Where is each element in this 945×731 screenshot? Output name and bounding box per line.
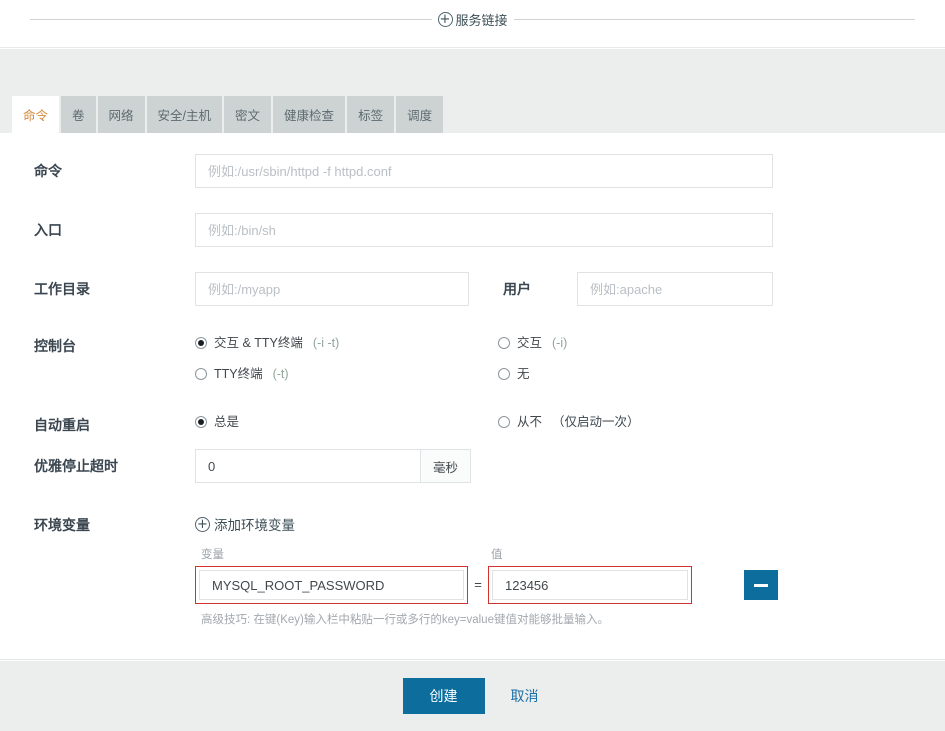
minus-icon: [754, 583, 768, 587]
console-option-interactive-tty-flag: (-i -t): [312, 336, 340, 350]
env-value-caption: 值: [491, 549, 503, 561]
env-value-input[interactable]: [492, 570, 688, 600]
tab-volumes-label: 卷: [72, 109, 85, 123]
entrypoint-label: 入口: [34, 222, 62, 238]
restart-option-never[interactable]: 从不 （仅启动一次）: [498, 412, 640, 432]
tab-security-host-label: 安全/主机: [157, 109, 212, 123]
tab-security-host[interactable]: 安全/主机: [146, 96, 223, 133]
env-captions: 变量 值: [195, 548, 915, 564]
console-option-interactive-label: 交互: [517, 336, 543, 350]
restart-option-never-note: （仅启动一次）: [552, 415, 640, 429]
console-option-interactive-tty[interactable]: 交互 & TTY终端 (-i -t): [195, 333, 339, 353]
console-option-tty-label: TTY终端: [214, 367, 263, 381]
tab-secrets[interactable]: 密文: [224, 96, 272, 133]
stop-grace-input[interactable]: [195, 449, 421, 483]
workdir-label: 工作目录: [34, 281, 90, 297]
tab-strip: 命令 卷 网络 安全/主机 密文 健康检查 标签 调度: [12, 96, 445, 133]
tab-scheduling-label: 调度: [407, 109, 433, 123]
field-row-stop-grace: 优雅停止超时 毫秒: [0, 449, 945, 483]
tab-network[interactable]: 网络: [97, 96, 145, 133]
command-label: 命令: [34, 163, 62, 179]
console-options: 交互 & TTY终端 (-i -t) 交互 (-i) TTY终端 (-t) 无: [195, 329, 855, 391]
field-row-env: 环境变量 + 添加环境变量 变量 值 =: [0, 508, 945, 628]
tab-labels-label: 标签: [358, 109, 384, 123]
env-separator: =: [474, 577, 482, 592]
form-footer: 创建 取消: [0, 661, 945, 731]
console-label: 控制台: [34, 338, 76, 354]
console-option-none-label: 无: [517, 367, 530, 381]
console-option-tty-flag: (-t): [272, 367, 289, 381]
field-row-workdir-user: 工作目录 用户: [0, 272, 945, 306]
console-option-none[interactable]: 无: [498, 364, 530, 384]
radio-interactive-tty-icon: [195, 337, 207, 349]
stop-grace-input-group: 毫秒: [195, 449, 471, 483]
command-input[interactable]: [195, 154, 773, 188]
service-link-label: 服务链接: [455, 12, 508, 28]
env-key-highlight: [195, 566, 468, 604]
field-row-restart: 自动重启 总是 从不 （仅启动一次）: [0, 408, 945, 442]
restart-options: 总是 从不 （仅启动一次）: [195, 408, 855, 432]
circle-plus-icon: +: [437, 11, 453, 27]
tab-band: 命令 卷 网络 安全/主机 密文 健康检查 标签 调度: [0, 49, 945, 133]
service-link-divider: + 服务链接: [30, 8, 916, 30]
tab-scheduling[interactable]: 调度: [396, 96, 444, 133]
workdir-input[interactable]: [195, 272, 469, 306]
remove-env-var-button[interactable]: [744, 570, 778, 600]
field-row-entrypoint: 入口: [0, 213, 945, 247]
console-option-interactive-flag: (-i): [552, 336, 568, 350]
env-value-highlight: [488, 566, 692, 604]
tab-volumes[interactable]: 卷: [61, 96, 96, 133]
stop-grace-label: 优雅停止超时: [34, 458, 118, 474]
radio-never-icon: [498, 416, 510, 428]
user-label: 用户: [503, 281, 531, 297]
console-option-interactive[interactable]: 交互 (-i): [498, 333, 567, 353]
restart-option-never-label: 从不: [517, 415, 543, 429]
tab-command-label: 命令: [23, 109, 49, 123]
restart-option-always[interactable]: 总是: [195, 412, 239, 432]
tab-health-check[interactable]: 健康检查: [273, 96, 346, 133]
tab-health-check-label: 健康检查: [284, 109, 335, 123]
command-form: 命令 入口 工作目录 用户 控制台 交互 & TTY终端 (-i -t) 交互 …: [0, 133, 945, 660]
env-key-input[interactable]: [199, 570, 464, 600]
create-button[interactable]: 创建: [402, 678, 485, 714]
footer-actions: 创建 取消: [0, 678, 945, 714]
divider-line-left: [30, 18, 432, 20]
restart-option-always-label: 总是: [214, 415, 240, 429]
tab-labels[interactable]: 标签: [347, 96, 395, 133]
env-tip: 高级技巧: 在键(Key)输入栏中粘贴一行或多行的key=value键值对能够批…: [201, 614, 609, 626]
cancel-button[interactable]: 取消: [507, 678, 543, 714]
restart-label: 自动重启: [34, 417, 90, 433]
env-key-caption: 变量: [201, 549, 224, 561]
add-env-var-button[interactable]: + 添加环境变量: [195, 514, 295, 534]
entrypoint-input[interactable]: [195, 213, 773, 247]
add-env-var-label: 添加环境变量: [214, 518, 295, 533]
env-label: 环境变量: [34, 517, 90, 533]
add-service-link-button[interactable]: + 服务链接: [432, 10, 514, 29]
tab-network-label: 网络: [108, 109, 134, 123]
user-input[interactable]: [577, 272, 773, 306]
env-section: + 添加环境变量 变量 值 =: [195, 508, 915, 628]
console-option-interactive-tty-label: 交互 & TTY终端: [214, 336, 303, 350]
circle-plus-icon: +: [195, 516, 210, 532]
console-option-tty[interactable]: TTY终端 (-t): [195, 364, 289, 384]
tab-secrets-label: 密文: [235, 109, 261, 123]
env-row: =: [195, 566, 915, 604]
stop-grace-unit: 毫秒: [421, 449, 471, 483]
field-row-console: 控制台 交互 & TTY终端 (-i -t) 交互 (-i) TTY终端 (-t…: [0, 329, 945, 391]
field-row-command: 命令: [0, 154, 945, 188]
tab-command[interactable]: 命令: [12, 96, 60, 133]
service-link-card: + 服务链接: [0, 0, 945, 48]
radio-always-icon: [195, 416, 207, 428]
radio-interactive-icon: [498, 337, 510, 349]
radio-none-icon: [498, 368, 510, 380]
radio-tty-icon: [195, 368, 207, 380]
divider-line-right: [513, 18, 916, 20]
